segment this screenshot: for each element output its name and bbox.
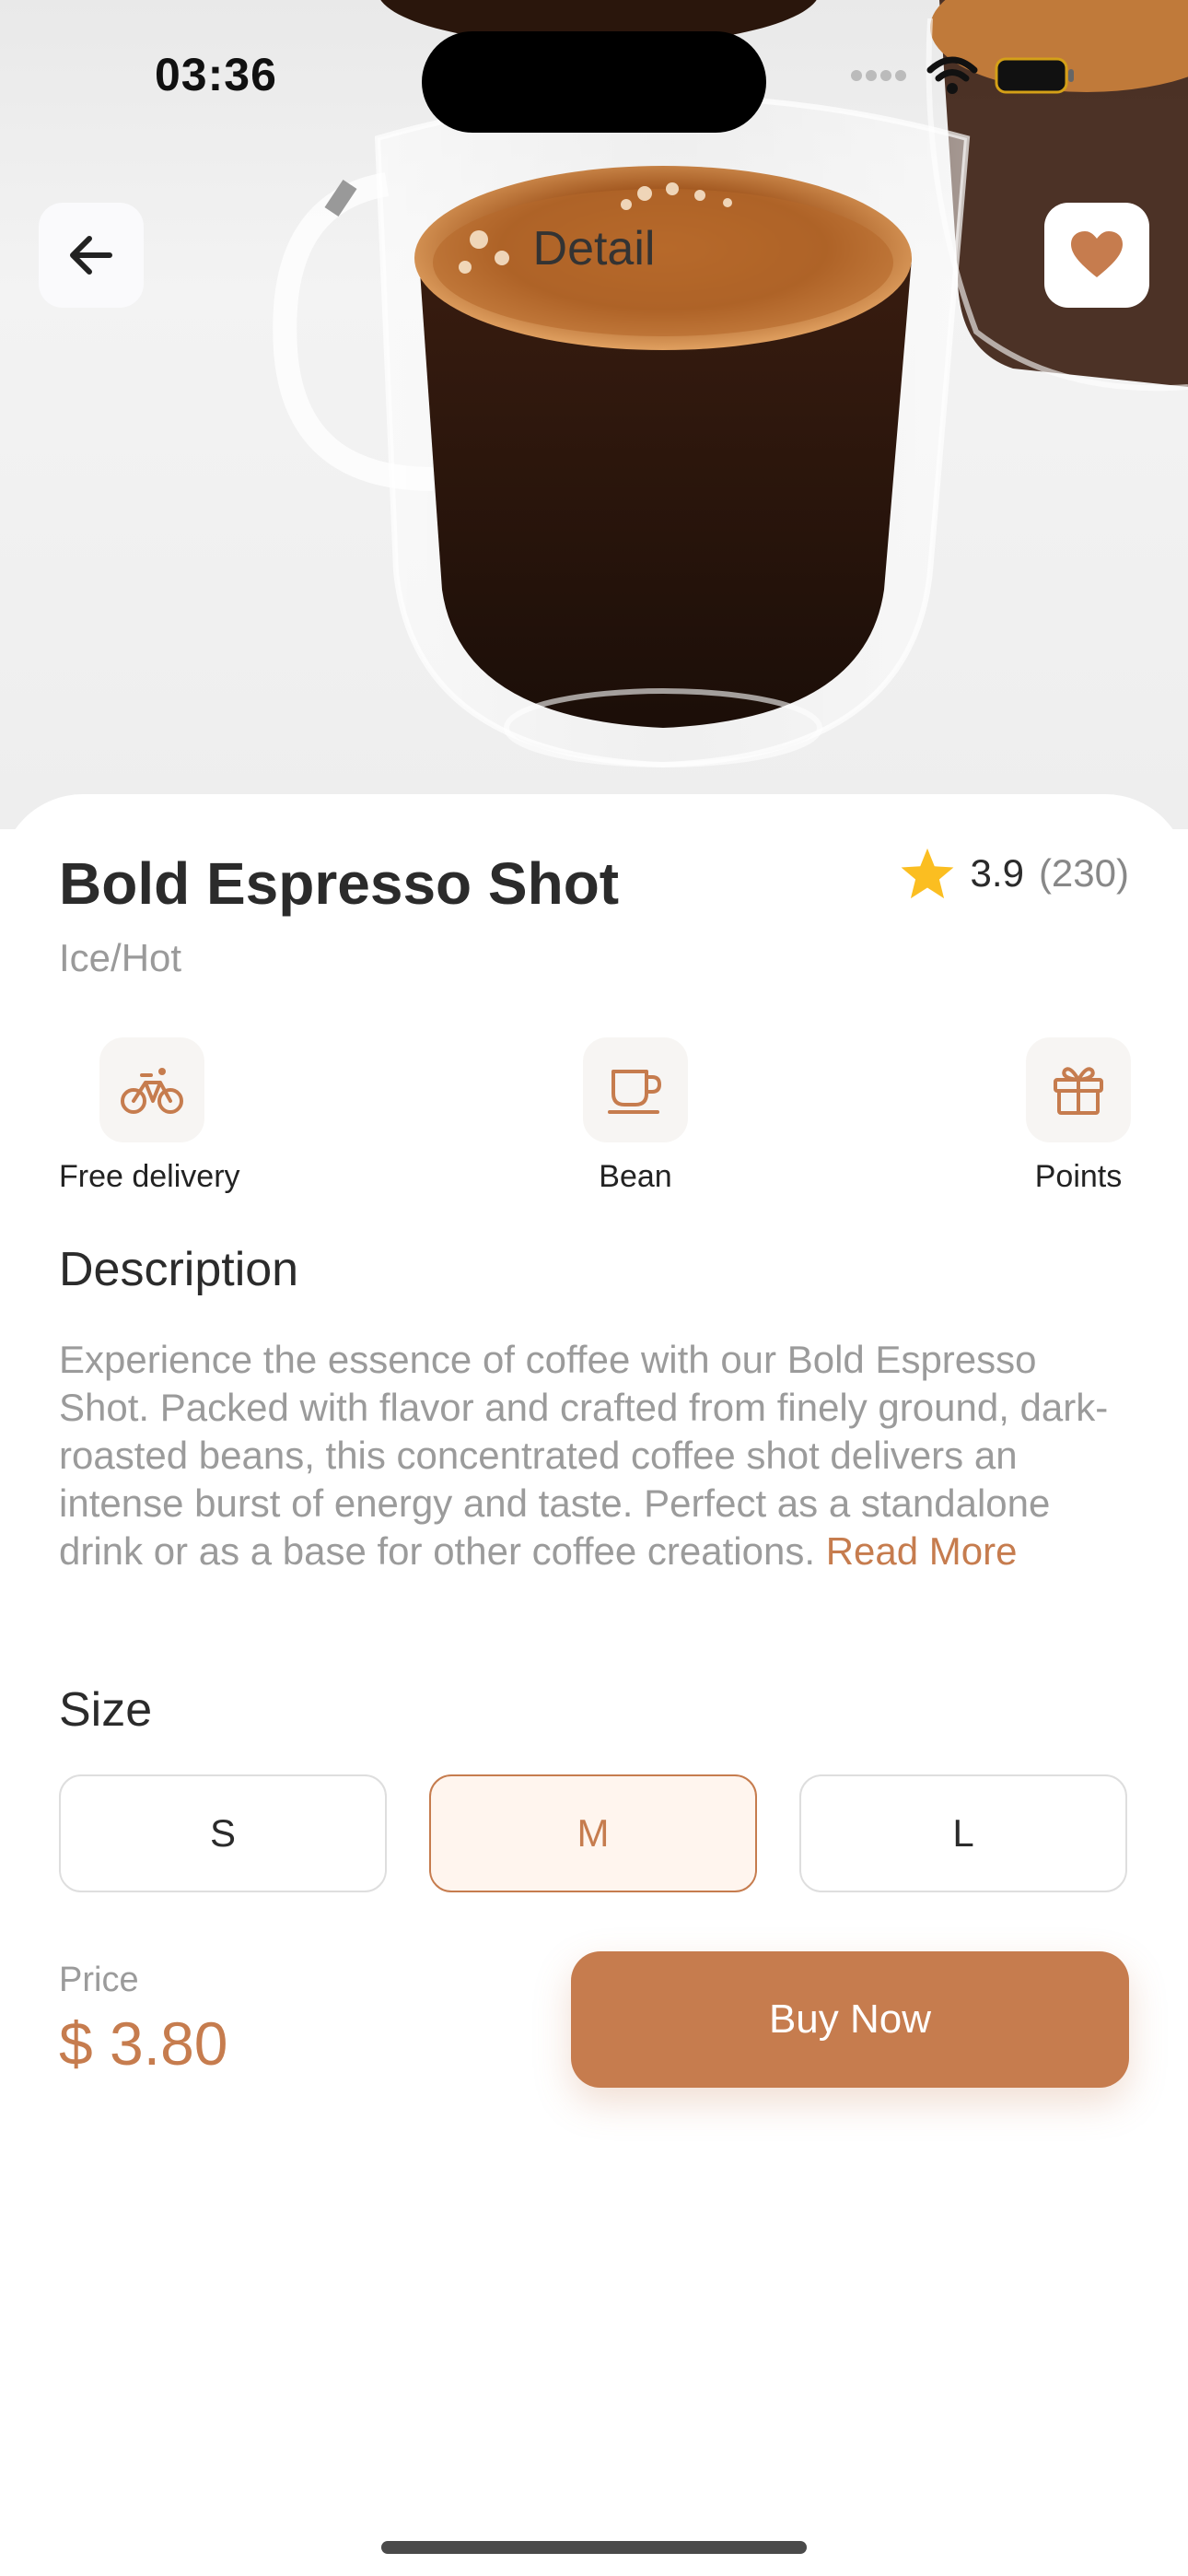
feature-label: Points (1034, 1159, 1123, 1194)
battery-icon (995, 57, 1074, 94)
feature-icon-box (583, 1037, 688, 1142)
coffee-cup-icon (608, 1070, 662, 1114)
read-more-link[interactable]: Read More (826, 1529, 1018, 1573)
product-subtitle: Ice/Hot (59, 936, 182, 979)
favorite-button[interactable] (1044, 203, 1149, 308)
star-icon (901, 848, 953, 899)
price-value: $ 3.80 (59, 2009, 228, 2078)
feature-label: Free delivery (59, 1159, 240, 1194)
feature-icon-box (99, 1037, 204, 1142)
rating: 3.9 (230) (899, 846, 1129, 901)
buy-now-button[interactable]: Buy Now (571, 1951, 1129, 2088)
size-option-s[interactable]: S (59, 1774, 387, 1892)
gift-icon (1054, 1067, 1103, 1115)
feature-bean: Bean (583, 1037, 688, 1195)
bicycle-icon (121, 1068, 183, 1114)
description-heading: Description (59, 1243, 299, 1296)
page-title: Detail (532, 222, 656, 275)
feature-label: Bean (599, 1159, 672, 1194)
price-label: Price (59, 1961, 139, 1999)
product-name: Bold Espresso Shot (59, 850, 620, 917)
status-time: 03:36 (155, 49, 277, 100)
size-option-m[interactable]: M (429, 1774, 757, 1892)
rating-value: 3.9 (970, 851, 1024, 895)
feature-free-delivery: Free delivery (59, 1037, 240, 1195)
dynamic-island (422, 31, 766, 133)
feature-icon-box (1026, 1037, 1131, 1142)
heart-icon (1071, 231, 1123, 277)
status-icons (849, 55, 1077, 96)
description-text: Experience the essence of coffee with ou… (59, 1336, 1136, 1575)
size-heading: Size (59, 1683, 153, 1737)
size-option-l[interactable]: L (799, 1774, 1127, 1892)
signal-icon (851, 70, 906, 81)
feature-points: Points (1026, 1037, 1131, 1195)
hero-image: 03:36 Detail (0, 0, 1188, 829)
wifi-icon (926, 56, 978, 94)
home-indicator[interactable] (381, 2541, 807, 2554)
review-count: (230) (1038, 851, 1129, 895)
